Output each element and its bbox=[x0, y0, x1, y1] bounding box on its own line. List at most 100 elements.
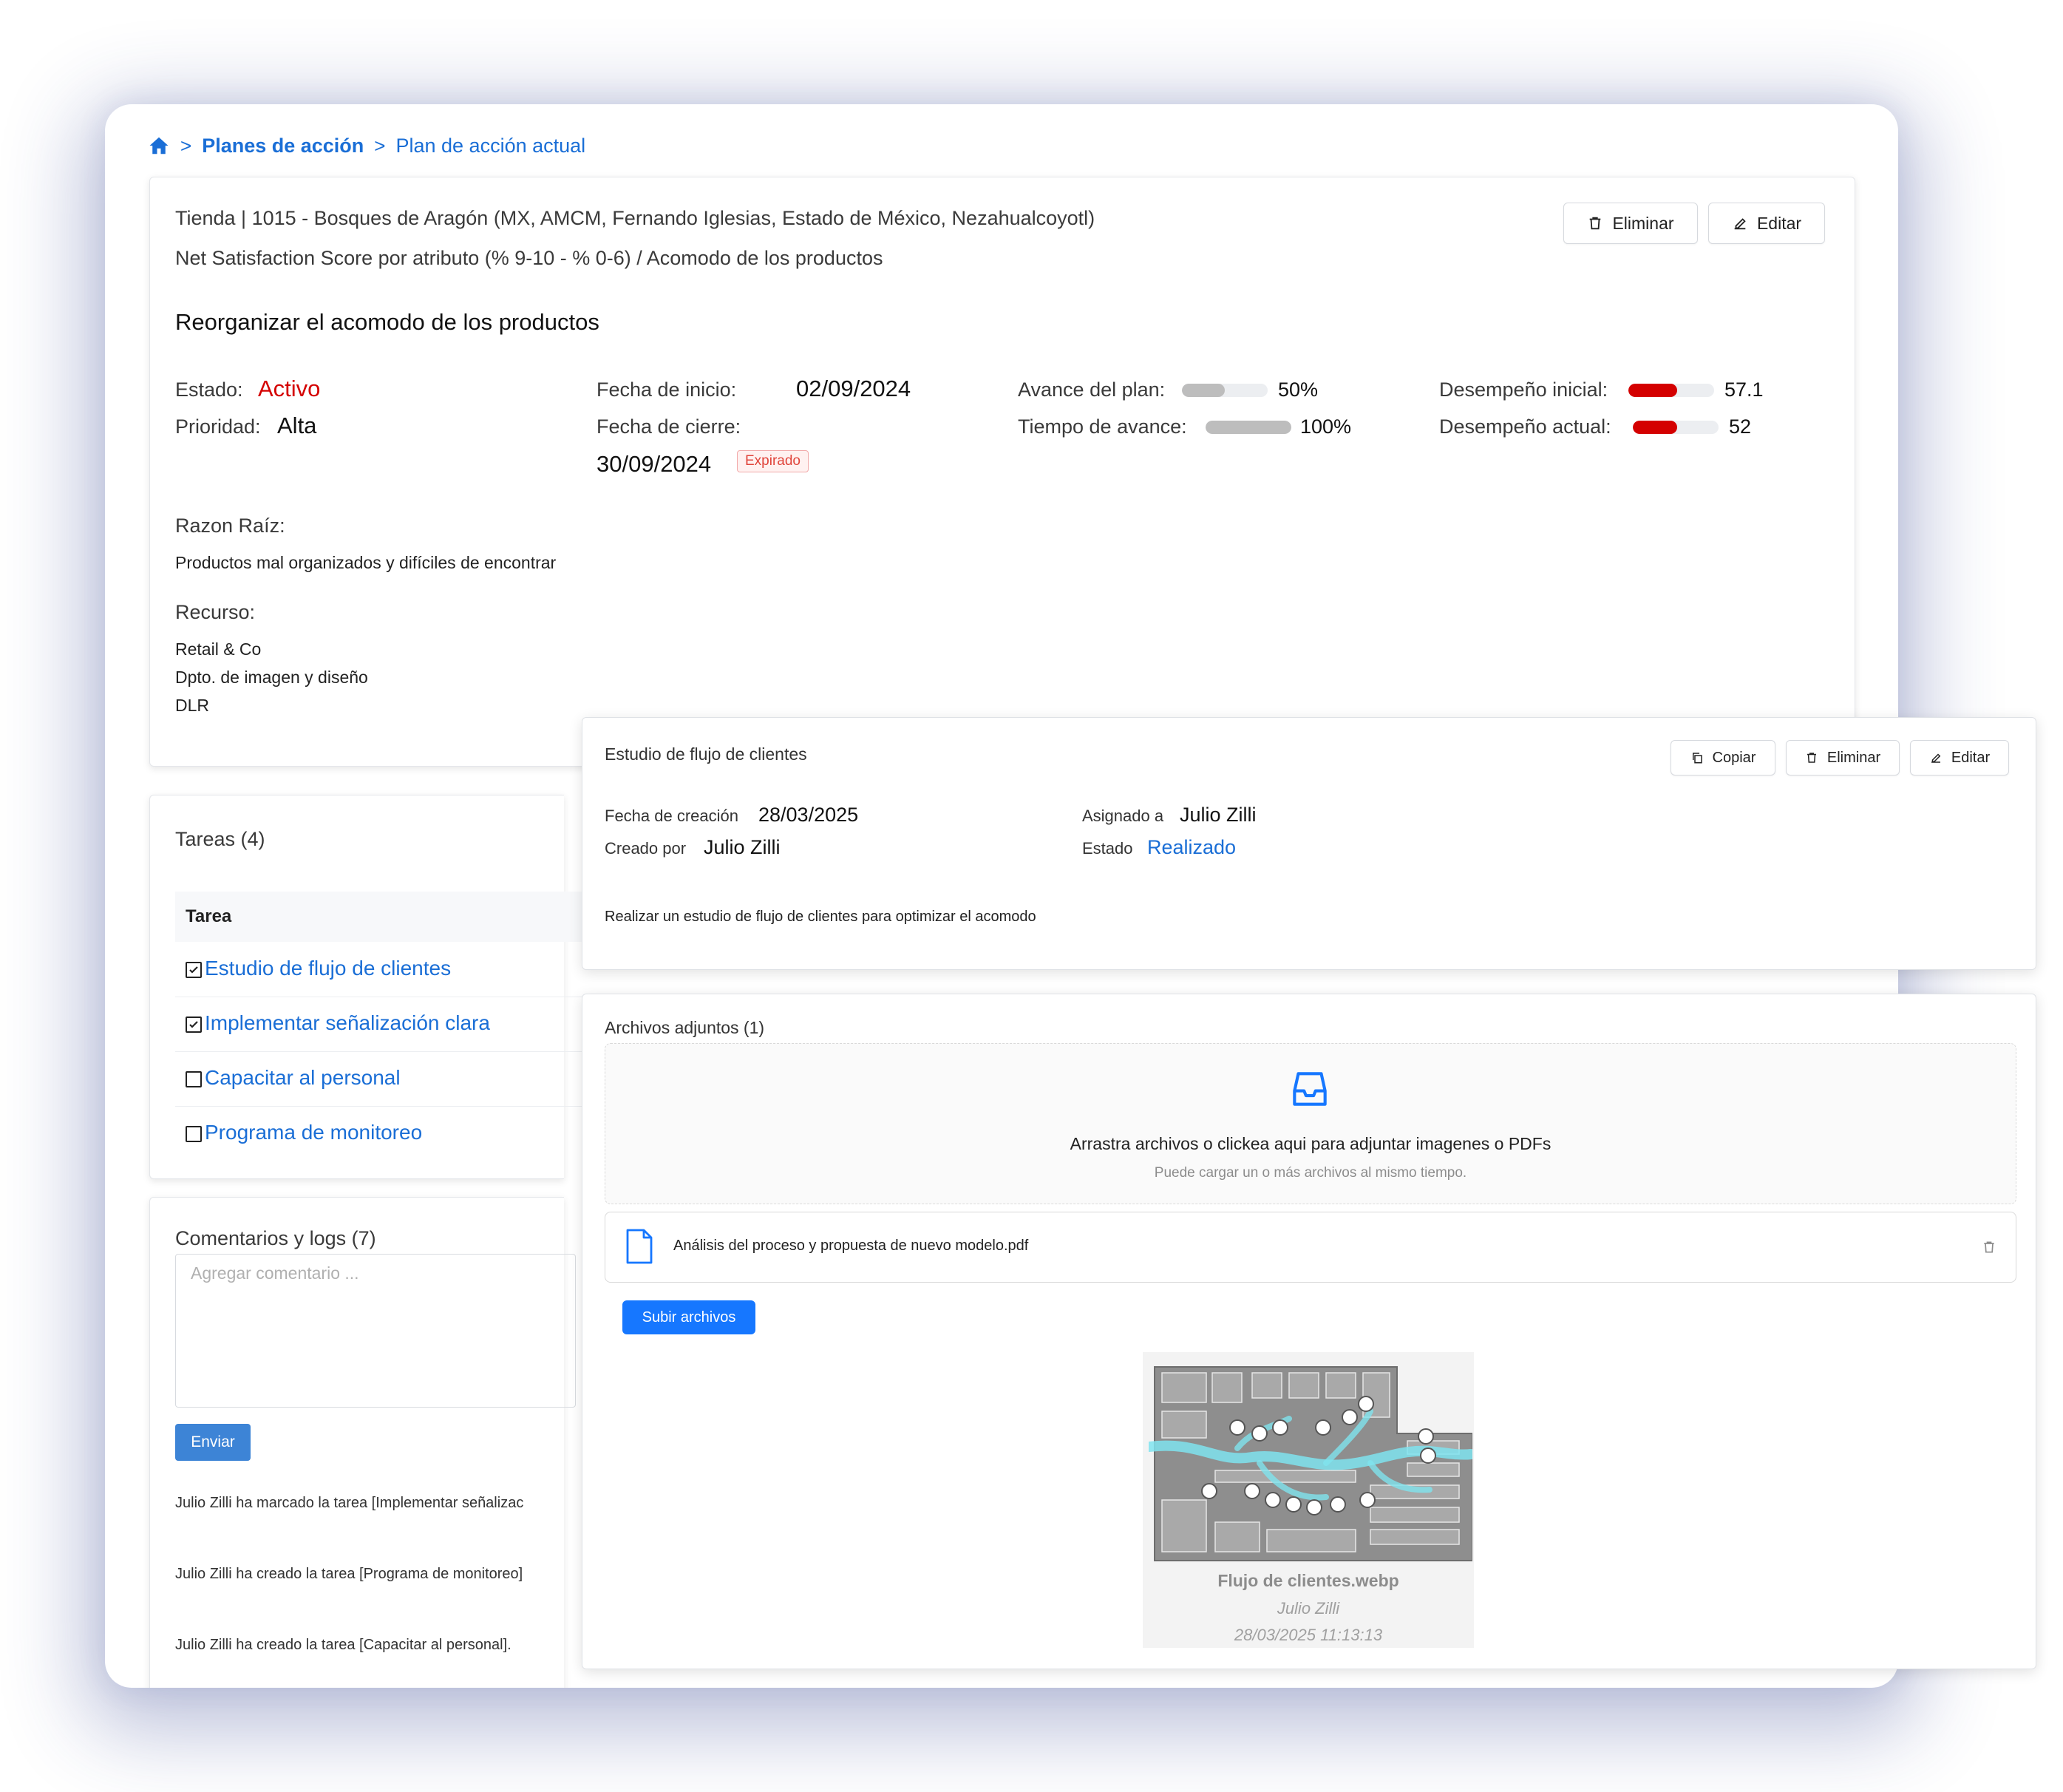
delete-task-label: Eliminar bbox=[1826, 749, 1881, 766]
avance-progress-fill bbox=[1182, 384, 1225, 397]
fecha-cierre-value: 30/09/2024 bbox=[597, 451, 712, 477]
unchecked-checkbox-icon[interactable] bbox=[186, 1071, 202, 1087]
recurso-item: Retail & Co bbox=[175, 639, 262, 659]
image-datetime: 28/03/2025 11:13:13 bbox=[1234, 1626, 1383, 1644]
fecha-creacion-value: 28/03/2025 bbox=[758, 804, 859, 826]
desempeno-actual-label: Desempeño actual: bbox=[1439, 415, 1611, 438]
razon-value: Productos mal organizados y difíciles de… bbox=[175, 553, 557, 572]
tiempo-progress-fill bbox=[1206, 421, 1291, 434]
edit-task-button[interactable]: Editar bbox=[1910, 740, 2009, 775]
copy-task-button[interactable]: Copiar bbox=[1671, 740, 1775, 775]
tasks-table-header: Tarea bbox=[175, 892, 589, 942]
estado-task-label: Estado bbox=[1082, 839, 1133, 858]
inbox-icon bbox=[1293, 1072, 1327, 1106]
razon-label: Razon Raíz: bbox=[175, 515, 285, 537]
breadcrumb-separator: > bbox=[374, 134, 386, 157]
task-link[interactable]: Estudio de flujo de clientes bbox=[205, 957, 451, 980]
comment-input[interactable]: Agregar comentario ... bbox=[175, 1254, 576, 1408]
fecha-inicio-value: 02/09/2024 bbox=[796, 376, 911, 401]
store-floorplan-image bbox=[1149, 1360, 1472, 1562]
asignado-value: Julio Zilli bbox=[1180, 804, 1257, 826]
recurso-item: Dpto. de imagen y diseño bbox=[175, 668, 368, 687]
breadcrumb: > Planes de acción > Plan de acción actu… bbox=[148, 129, 585, 162]
estado-label: Estado: bbox=[175, 379, 243, 401]
checked-checkbox-icon[interactable] bbox=[186, 1017, 202, 1033]
dropzone-text: Arrastra archivos o clickea aqui para ad… bbox=[1070, 1134, 1552, 1153]
attached-file-row[interactable]: Análisis del proceso y propuesta de nuev… bbox=[605, 1212, 2016, 1283]
trash-icon bbox=[1807, 753, 1816, 763]
trash-icon bbox=[1590, 217, 1601, 230]
image-attachment-thumbnail[interactable]: Flujo de clientes.webp Julio Zilli 28/03… bbox=[1143, 1352, 1474, 1648]
desempeno-inicial-fill bbox=[1628, 384, 1678, 397]
file-dropzone[interactable]: Arrastra archivos o clickea aqui para ad… bbox=[605, 1043, 2016, 1204]
attachments-title: Archivos adjuntos (1) bbox=[605, 1018, 765, 1037]
copy-icon bbox=[1692, 753, 1702, 764]
log-entry: Julio Zilli ha creado la tarea [Capacita… bbox=[175, 1637, 511, 1653]
delete-file-icon[interactable] bbox=[1982, 1239, 1996, 1255]
edit-icon bbox=[1734, 218, 1746, 230]
desempeno-actual-value: 52 bbox=[1729, 415, 1752, 438]
tasks-title: Tareas (4) bbox=[175, 828, 265, 850]
edit-icon bbox=[1931, 753, 1941, 763]
edit-plan-label: Editar bbox=[1756, 213, 1802, 233]
plan-title: Reorganizar el acomodo de los productos bbox=[175, 309, 599, 335]
delete-plan-label: Eliminar bbox=[1612, 213, 1674, 233]
edit-plan-button[interactable]: Editar bbox=[1708, 203, 1825, 244]
task-link[interactable]: Programa de monitoreo bbox=[205, 1121, 422, 1144]
prioridad-label: Prioridad: bbox=[175, 415, 261, 438]
delete-task-button[interactable]: Eliminar bbox=[1786, 740, 1900, 775]
send-comment-button[interactable]: Enviar bbox=[175, 1424, 251, 1461]
task-row[interactable]: Capacitar al personal bbox=[175, 1051, 589, 1107]
fecha-cierre-label: Fecha de cierre: bbox=[597, 415, 741, 438]
creado-por-value: Julio Zilli bbox=[704, 836, 781, 858]
breadcrumb-separator: > bbox=[180, 134, 192, 157]
recurso-item: DLR bbox=[175, 696, 210, 715]
expired-tag: Expirado bbox=[737, 450, 809, 472]
task-detail-title: Estudio de flujo de clientes bbox=[605, 744, 807, 764]
upload-files-button[interactable]: Subir archivos bbox=[622, 1300, 755, 1334]
store-line: Tienda | 1015 - Bosques de Aragón (MX, A… bbox=[175, 207, 1095, 229]
recurso-label: Recurso: bbox=[175, 601, 256, 623]
fecha-creacion-label: Fecha de creación bbox=[605, 807, 738, 825]
edit-task-label: Editar bbox=[1951, 749, 1991, 766]
desempeno-inicial-label: Desempeño inicial: bbox=[1439, 379, 1608, 401]
avance-progress-bar bbox=[1182, 384, 1268, 397]
tiempo-value: 100% bbox=[1300, 415, 1352, 438]
log-entry: Julio Zilli ha creado la tarea [Programa… bbox=[175, 1566, 523, 1582]
delete-plan-button[interactable]: Eliminar bbox=[1563, 203, 1698, 244]
copy-task-label: Copiar bbox=[1712, 749, 1756, 766]
unchecked-checkbox-icon[interactable] bbox=[186, 1126, 202, 1142]
tasks-card: Tareas (4) Tarea Estudio de flujo de cli… bbox=[149, 795, 589, 1179]
task-link[interactable]: Capacitar al personal bbox=[205, 1066, 401, 1090]
plan-card: Tienda | 1015 - Bosques de Aragón (MX, A… bbox=[149, 177, 1855, 767]
comment-placeholder: Agregar comentario ... bbox=[191, 1263, 359, 1283]
estado-task-value: Realizado bbox=[1147, 836, 1237, 858]
tiempo-label: Tiempo de avance: bbox=[1018, 415, 1187, 438]
avance-value: 50% bbox=[1278, 379, 1319, 401]
task-row[interactable]: Estudio de flujo de clientes bbox=[175, 942, 589, 997]
creado-por-label: Creado por bbox=[605, 839, 687, 858]
task-row[interactable]: Programa de monitoreo bbox=[175, 1106, 589, 1161]
breadcrumb-current: Plan de acción actual bbox=[395, 134, 586, 157]
file-icon bbox=[626, 1229, 653, 1264]
dropzone-hint: Puede cargar un o más archivos al mismo … bbox=[1154, 1165, 1467, 1181]
desempeno-actual-fill bbox=[1633, 421, 1678, 434]
metric-line: Net Satisfaction Score por atributo (% 9… bbox=[175, 247, 883, 269]
tasks-column-header: Tarea bbox=[186, 906, 232, 926]
task-row[interactable]: Implementar señalización clara bbox=[175, 997, 589, 1052]
estado-value: Activo bbox=[258, 376, 321, 401]
task-detail-card: Estudio de flujo de clientes Copiar Elim… bbox=[582, 717, 2036, 970]
avance-label: Avance del plan: bbox=[1018, 379, 1166, 401]
log-entry: Julio Zilli ha marcado la tarea [Impleme… bbox=[175, 1495, 524, 1511]
home-icon[interactable] bbox=[148, 135, 170, 157]
desempeno-actual-bar bbox=[1633, 421, 1719, 434]
task-description: Realizar un estudio de flujo de clientes… bbox=[605, 909, 1036, 925]
comments-card: Comentarios y logs (7) Agregar comentari… bbox=[149, 1197, 576, 1688]
tiempo-progress-bar bbox=[1206, 421, 1291, 434]
attached-file-name[interactable]: Análisis del proceso y propuesta de nuev… bbox=[673, 1238, 1028, 1255]
breadcrumb-planes-link[interactable]: Planes de acción bbox=[202, 135, 364, 157]
checked-checkbox-icon[interactable] bbox=[186, 962, 202, 978]
asignado-label: Asignado a bbox=[1082, 807, 1164, 825]
task-link[interactable]: Implementar señalización clara bbox=[205, 1011, 490, 1035]
image-file-name: Flujo de clientes.webp bbox=[1217, 1571, 1399, 1590]
